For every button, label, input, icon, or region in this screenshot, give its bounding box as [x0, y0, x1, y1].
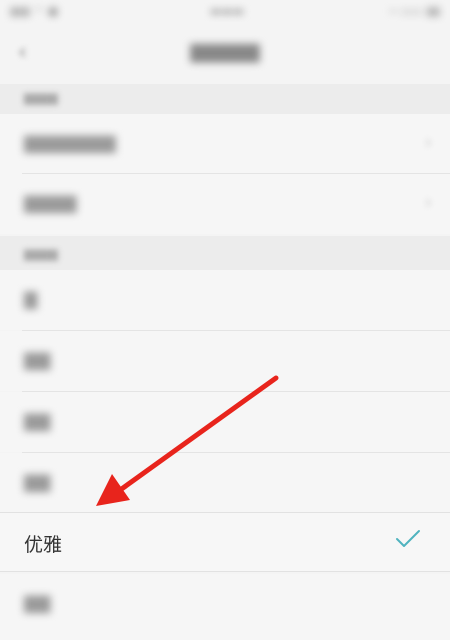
status-left-icons: ▮▮▮ ◠ ●	[10, 4, 59, 18]
navigation-bar: ‹ ▇▇▇▇▇	[0, 28, 450, 80]
chevron-right-icon: ›	[424, 132, 432, 153]
option-label: ▇▇	[24, 412, 51, 432]
section-header-1: ▇▇▇▇	[0, 84, 450, 114]
status-time: ▬▬▬	[210, 4, 245, 18]
section-header-2: ▇▇▇▇	[0, 236, 450, 270]
settings-row-label: ▇▇▇▇▇▇▇	[24, 134, 116, 154]
check-icon	[396, 530, 420, 547]
settings-row-1[interactable]: ▇▇▇▇▇▇▇ ›	[0, 114, 450, 174]
option-row-selected[interactable]: 优雅	[0, 512, 450, 572]
settings-row-2[interactable]: ▇▇▇▇ ›	[0, 174, 450, 234]
option-label: ▇▇	[24, 351, 51, 371]
selected-option-label: 优雅	[24, 534, 63, 556]
option-row-1[interactable]: ▇	[0, 270, 450, 330]
option-label: ▇▇	[24, 594, 51, 614]
chevron-right-icon: ›	[424, 192, 432, 213]
option-row-3[interactable]: ▇▇	[0, 392, 450, 452]
screen: ▮▮▮ ◠ ● ▬▬▬ ⌁ ▭▭ ▮▮ ‹ ▇▇▇▇▇ ▇▇▇▇ ▇▇▇▇▇▇▇…	[0, 0, 450, 640]
status-bar: ▮▮▮ ◠ ● ▬▬▬ ⌁ ▭▭ ▮▮	[0, 0, 450, 28]
option-row-4[interactable]: ▇▇	[0, 453, 450, 513]
option-row-2[interactable]: ▇▇	[0, 331, 450, 391]
settings-row-label: ▇▇▇▇	[24, 194, 77, 214]
option-label: ▇▇	[24, 473, 51, 493]
status-right-icons: ⌁ ▭▭ ▮▮	[389, 4, 440, 18]
option-label: ▇	[24, 290, 38, 310]
option-row-6[interactable]: ▇▇	[0, 574, 450, 640]
page-title: ▇▇▇▇▇	[190, 42, 260, 63]
